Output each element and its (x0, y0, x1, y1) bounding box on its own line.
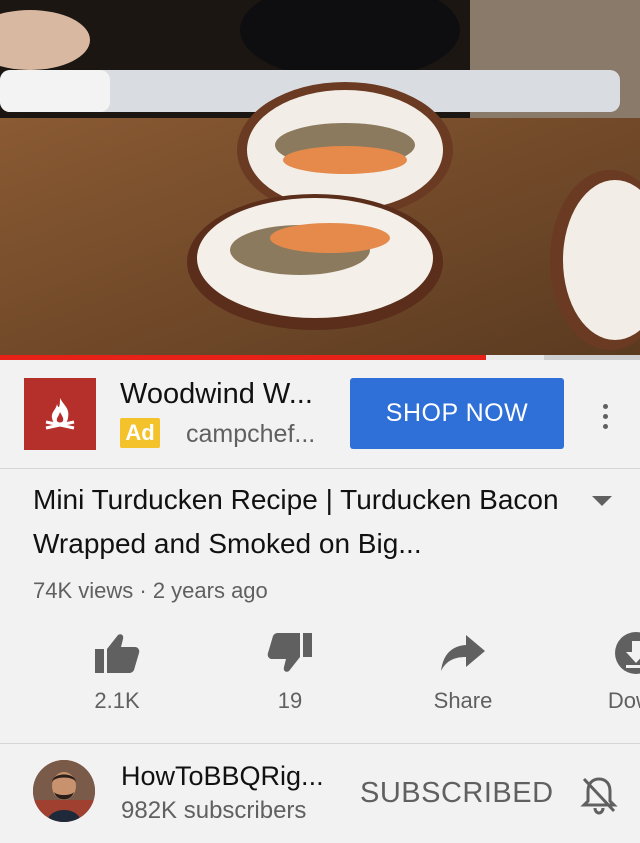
subscriber-count: 982K subscribers (121, 797, 307, 824)
share-label: Share (433, 688, 493, 713)
channel-avatar[interactable] (33, 760, 95, 822)
bell-off-icon (580, 777, 618, 815)
campfire-icon (45, 398, 75, 430)
ad-domain[interactable]: campchef... (186, 420, 315, 449)
share-icon (441, 635, 485, 671)
like-count: 2.1K (94, 688, 140, 713)
thumbs-up-icon (95, 634, 140, 673)
ad-title[interactable]: Woodwind W... (120, 378, 313, 411)
share-button[interactable]: Share (403, 628, 523, 714)
dislike-count: 19 (277, 688, 303, 713)
expand-description-icon[interactable] (592, 496, 612, 506)
channel-name[interactable]: HowToBBQRig... (121, 761, 324, 792)
shop-now-button[interactable]: SHOP NOW (350, 378, 564, 449)
download-button[interactable]: Down (576, 628, 640, 714)
advertiser-logo[interactable] (24, 378, 96, 450)
notification-bell-button[interactable] (580, 775, 618, 820)
thumbs-down-icon (267, 633, 312, 672)
more-options-icon[interactable] (590, 394, 620, 438)
download-label: Down (607, 688, 640, 713)
video-player[interactable] (0, 0, 640, 358)
download-icon (615, 632, 640, 674)
ad-banner[interactable]: Woodwind W... Ad campchef... SHOP NOW (0, 360, 640, 468)
video-title[interactable]: Mini Turducken Recipe | Turducken Bacon … (33, 478, 573, 566)
video-thumbnail (0, 0, 640, 358)
like-button[interactable]: 2.1K (57, 628, 177, 714)
ad-badge: Ad (120, 418, 160, 448)
avatar-image (33, 760, 95, 822)
dislike-button[interactable]: 19 (230, 628, 350, 714)
channel-row[interactable]: HowToBBQRig... 982K subscribers SUBSCRIB… (0, 745, 640, 843)
video-meta: 74K views · 2 years ago (33, 578, 268, 603)
subscribed-button[interactable]: SUBSCRIBED (360, 777, 554, 810)
divider (0, 743, 640, 744)
divider (0, 468, 640, 469)
